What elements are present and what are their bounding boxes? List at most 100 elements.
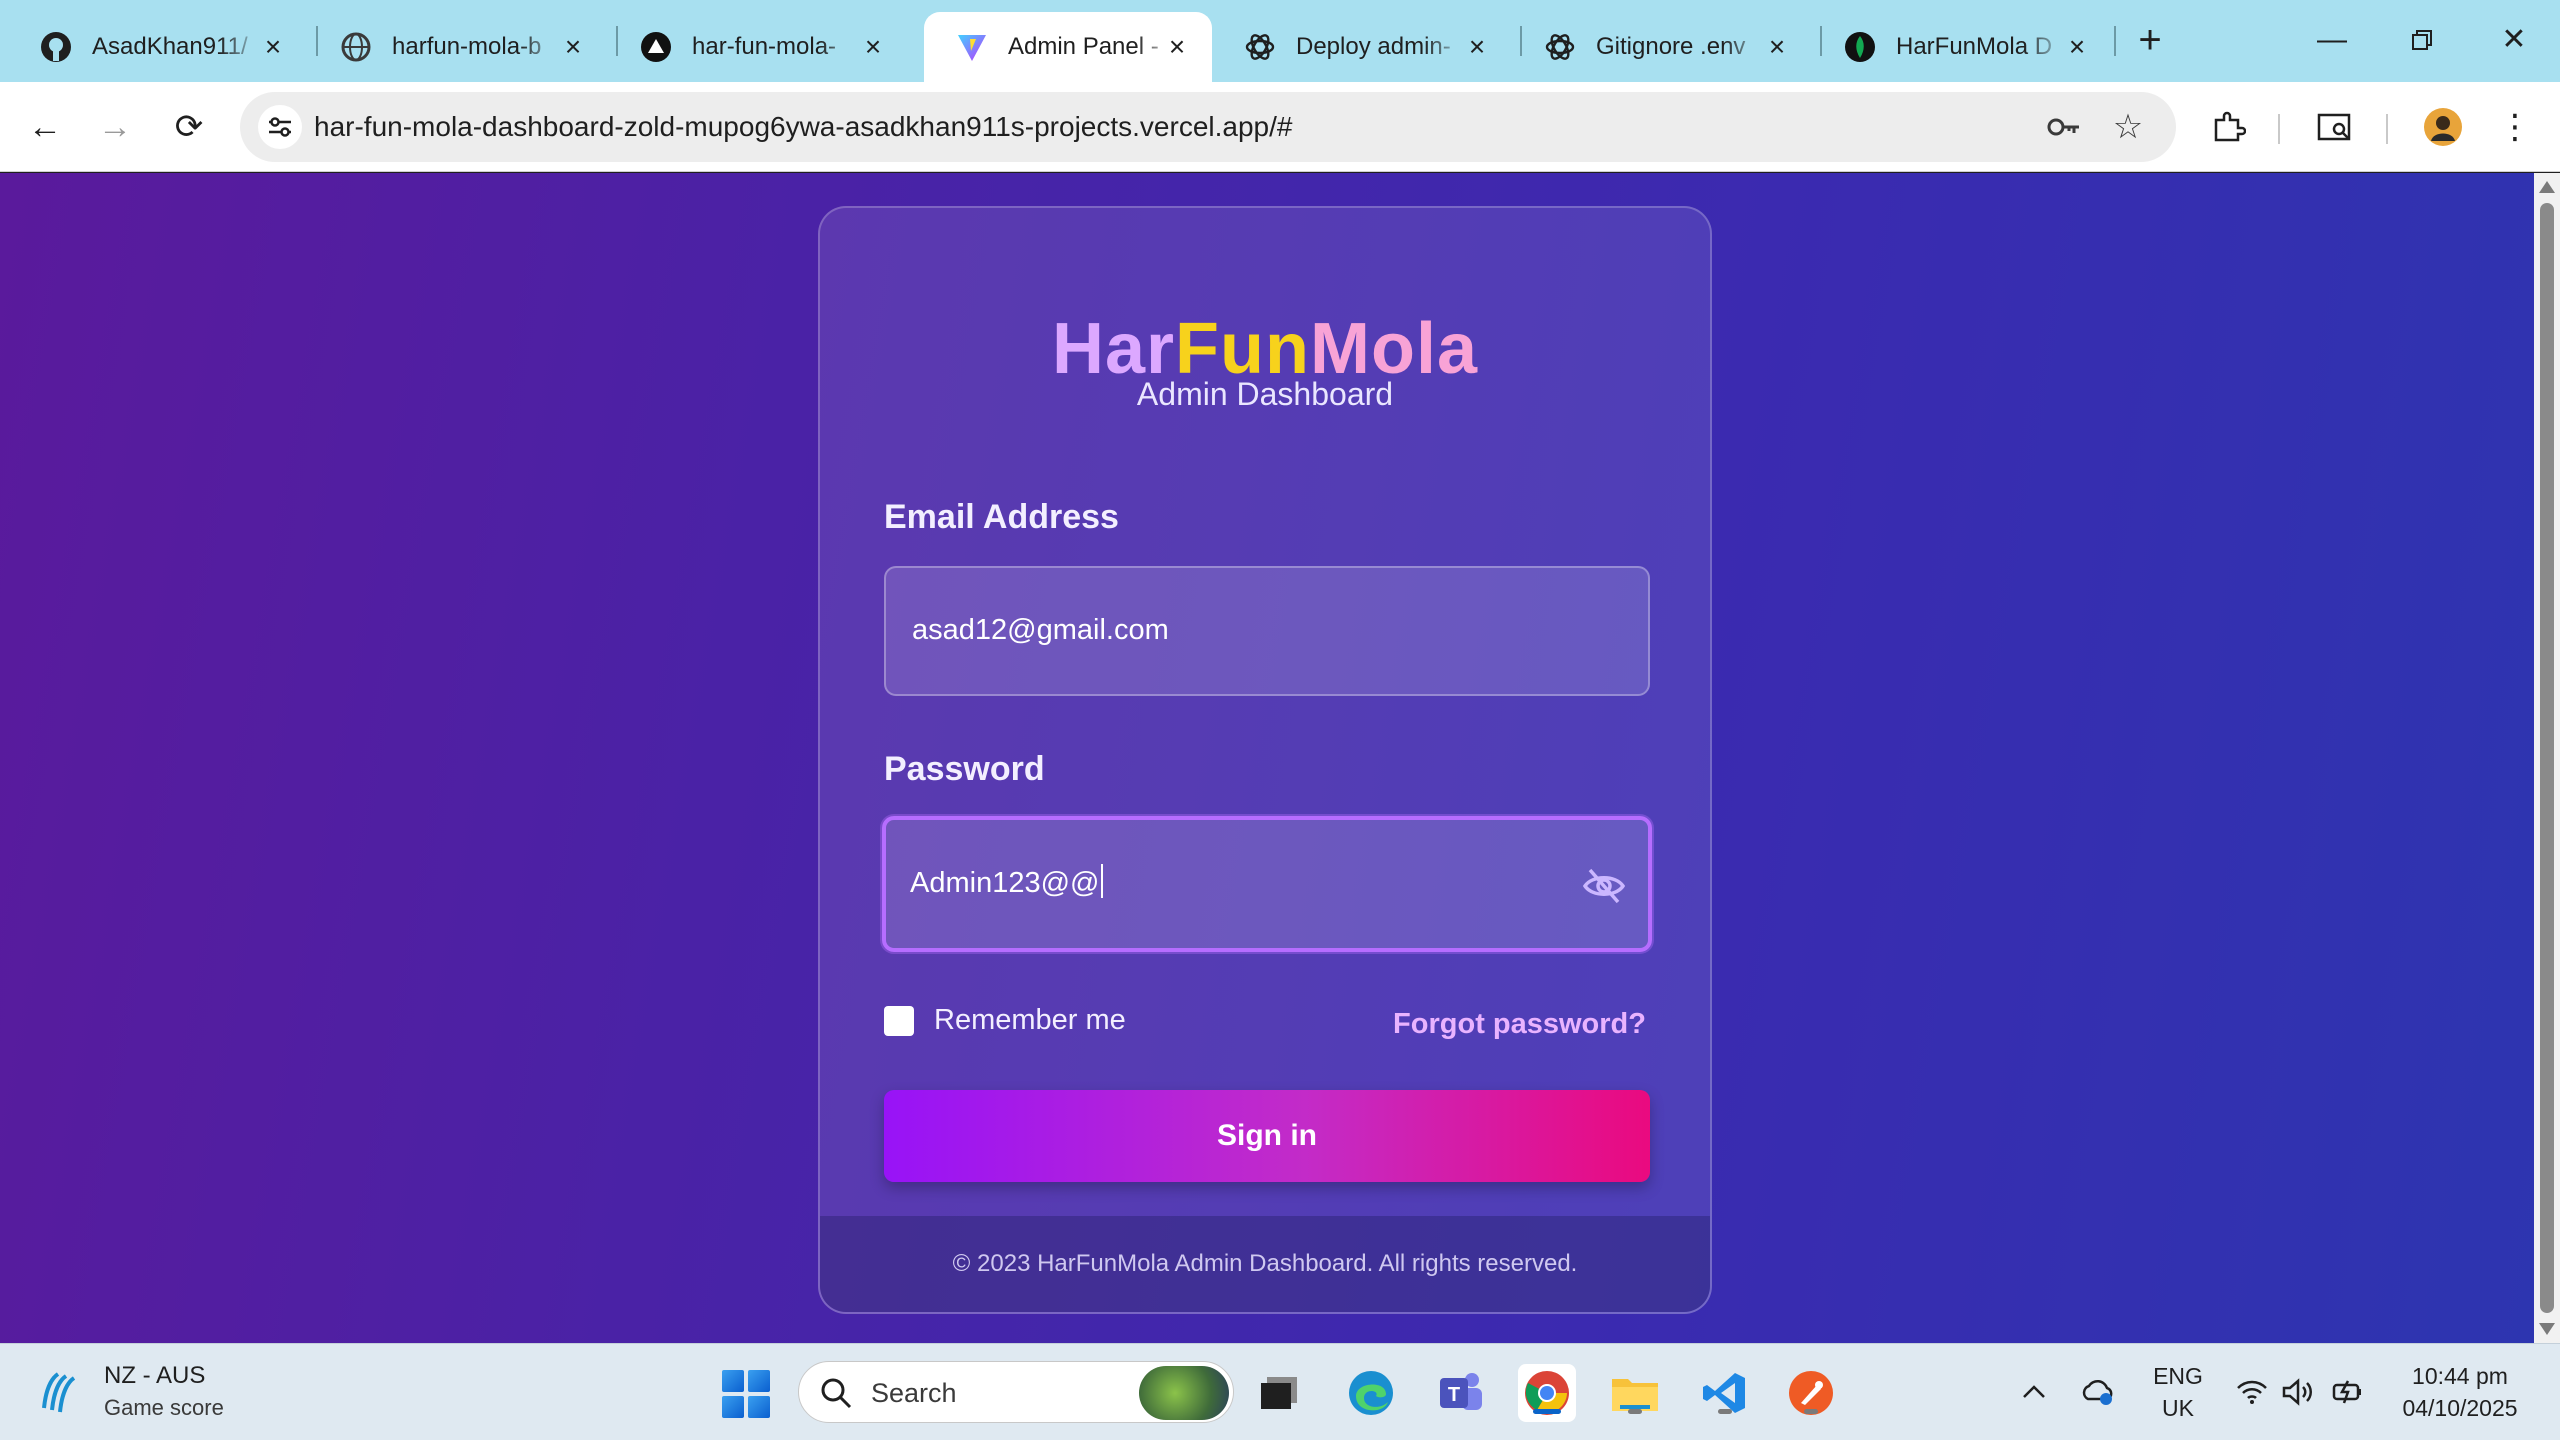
mongodb-icon xyxy=(1844,31,1876,63)
running-indicator xyxy=(1718,1409,1732,1414)
teams-icon[interactable]: T xyxy=(1432,1364,1490,1422)
keyboard-layout: UK xyxy=(2162,1395,2194,1421)
weather-widget[interactable]: NZ - AUS Game score xyxy=(36,1360,224,1424)
chatgpt-icon xyxy=(1244,31,1276,63)
more-menu-icon[interactable]: ⋮ xyxy=(2494,106,2536,148)
tab-title: AsadKhan911/ xyxy=(92,33,248,60)
tab-close-icon[interactable]: × xyxy=(2062,32,2092,62)
language-code: ENG xyxy=(2153,1363,2203,1389)
chrome-active-indicator xyxy=(1533,1409,1561,1414)
restore-icon[interactable] xyxy=(2402,20,2442,60)
new-tab-button[interactable]: + xyxy=(2130,20,2170,60)
tab-harfun-backend[interactable]: harfun-mola-b × xyxy=(308,12,608,82)
tab-github[interactable]: AsadKhan911/ × xyxy=(8,12,308,82)
cricket-score-icon xyxy=(42,1372,76,1413)
password-field[interactable]: Admin123@@ xyxy=(882,816,1652,952)
edge-browser-icon[interactable] xyxy=(1342,1364,1400,1422)
reload-icon[interactable]: ⟳ xyxy=(166,104,212,150)
bookmark-star-icon[interactable]: ☆ xyxy=(2110,108,2146,146)
address-bar[interactable]: har-fun-mola-dashboard-zold-mupog6ywa-as… xyxy=(240,92,2176,162)
tab-title: HarFunMola D xyxy=(1896,33,2053,60)
forgot-password-link[interactable]: Forgot password? xyxy=(1393,1008,1646,1041)
toolbar-divider xyxy=(2278,114,2280,144)
running-indicator xyxy=(1628,1409,1642,1414)
wifi-icon[interactable] xyxy=(2234,1374,2270,1410)
copyright-text: © 2023 HarFunMola Admin Dashboard. All r… xyxy=(952,1250,1578,1277)
task-view-icon[interactable] xyxy=(1250,1364,1308,1422)
url-text[interactable]: har-fun-mola-dashboard-zold-mupog6ywa-as… xyxy=(314,111,1292,143)
taskbar-search[interactable]: Search xyxy=(798,1361,1234,1423)
login-card: HarFunMola Admin Dashboard Email Address… xyxy=(818,206,1712,1314)
scroll-down-arrow-icon[interactable] xyxy=(2539,1323,2555,1335)
tab-title: harfun-mola-b xyxy=(392,33,542,60)
back-arrow-icon[interactable]: ← xyxy=(22,104,68,150)
password-key-icon[interactable] xyxy=(2046,109,2082,145)
search-highlight-art xyxy=(1139,1366,1229,1420)
sign-in-button[interactable]: Sign in xyxy=(884,1090,1650,1182)
close-window-icon[interactable]: ✕ xyxy=(2494,20,2534,60)
github-icon xyxy=(40,31,72,63)
vscode-icon[interactable] xyxy=(1696,1364,1754,1422)
battery-charging-icon[interactable] xyxy=(2330,1374,2366,1410)
clock[interactable]: 10:44 pm 04/10/2025 xyxy=(2380,1360,2540,1424)
tab-vercel[interactable]: har-fun-mola- × xyxy=(608,12,908,82)
email-value: asad12@gmail.com xyxy=(912,614,1169,646)
tab-divider xyxy=(2114,26,2116,56)
tab-title: Deploy admin- xyxy=(1296,33,1451,60)
eye-slash-icon[interactable] xyxy=(1582,866,1626,906)
remember-checkbox[interactable] xyxy=(884,1005,914,1036)
tab-gitignore[interactable]: Gitignore .env × xyxy=(1512,12,1812,82)
minimize-icon[interactable]: — xyxy=(2312,20,2352,60)
windows-start-icon[interactable] xyxy=(722,1370,770,1418)
site-settings-icon[interactable] xyxy=(258,105,302,149)
tab-close-icon[interactable]: × xyxy=(258,32,288,62)
tab-close-icon[interactable]: × xyxy=(1462,32,1492,62)
tab-title: Admin Panel - xyxy=(1008,33,1159,60)
forward-arrow-icon[interactable]: → xyxy=(92,104,138,150)
extensions-puzzle-icon[interactable] xyxy=(2208,106,2250,148)
search-placeholder: Search xyxy=(871,1378,957,1408)
email-label: Email Address xyxy=(884,498,1119,536)
toolbar-divider xyxy=(2386,114,2388,144)
login-page: HarFunMola Admin Dashboard Email Address… xyxy=(0,173,2534,1343)
scroll-up-arrow-icon[interactable] xyxy=(2539,181,2555,193)
tab-close-icon[interactable]: × xyxy=(1162,32,1192,62)
profile-avatar[interactable] xyxy=(2422,106,2464,148)
page-scrollbar[interactable] xyxy=(2534,173,2560,1343)
vercel-icon xyxy=(640,31,672,63)
chrome-icon[interactable] xyxy=(1518,1364,1576,1422)
tab-admin-panel[interactable]: Admin Panel - × xyxy=(924,12,1212,82)
email-field[interactable]: asad12@gmail.com xyxy=(884,566,1650,696)
tab-close-icon[interactable]: × xyxy=(558,32,588,62)
tab-title: Gitignore .env xyxy=(1596,33,1746,60)
card-footer: © 2023 HarFunMola Admin Dashboard. All r… xyxy=(820,1216,1710,1312)
tab-search-icon[interactable] xyxy=(2314,106,2356,148)
running-indicator xyxy=(1804,1409,1818,1414)
password-value-wrap: Admin123@@ xyxy=(910,864,1104,900)
tab-strip: AsadKhan911/ × harfun-mola-b × har-fun-m… xyxy=(0,0,2560,82)
widget-title: NZ - AUS xyxy=(104,1362,206,1389)
text-caret xyxy=(1101,864,1104,898)
file-explorer-icon[interactable] xyxy=(1606,1364,1664,1422)
remember-me[interactable]: Remember me xyxy=(884,1004,1126,1037)
volume-icon[interactable] xyxy=(2280,1374,2316,1410)
tab-close-icon[interactable]: × xyxy=(858,32,888,62)
language-indicator[interactable]: ENG UK xyxy=(2146,1360,2210,1424)
clock-date: 04/10/2025 xyxy=(2402,1395,2518,1421)
tab-title: har-fun-mola- xyxy=(692,33,837,60)
search-icon xyxy=(819,1376,853,1415)
page-subtitle: Admin Dashboard xyxy=(1136,376,1394,412)
tab-close-icon[interactable]: × xyxy=(1762,32,1792,62)
show-hidden-icons-chevron-icon[interactable] xyxy=(2016,1374,2052,1410)
postman-icon[interactable] xyxy=(1782,1364,1840,1422)
browser-toolbar: ← → ⟳ har-fun-mola-dashboard-zold-mupog6… xyxy=(0,82,2560,172)
tab-harfunmola-db[interactable]: HarFunMola D × xyxy=(1812,12,2112,82)
svg-text:T: T xyxy=(1448,1384,1460,1406)
clock-time: 10:44 pm xyxy=(2412,1363,2508,1389)
onedrive-icon[interactable] xyxy=(2080,1374,2116,1410)
windows-taskbar: NZ - AUS Game score Search T ENG UK 10:4… xyxy=(0,1343,2560,1440)
globe-icon xyxy=(340,31,372,63)
vite-icon xyxy=(956,31,988,63)
scrollbar-thumb[interactable] xyxy=(2540,203,2554,1313)
tab-deploy-admin[interactable]: Deploy admin- × xyxy=(1212,12,1512,82)
